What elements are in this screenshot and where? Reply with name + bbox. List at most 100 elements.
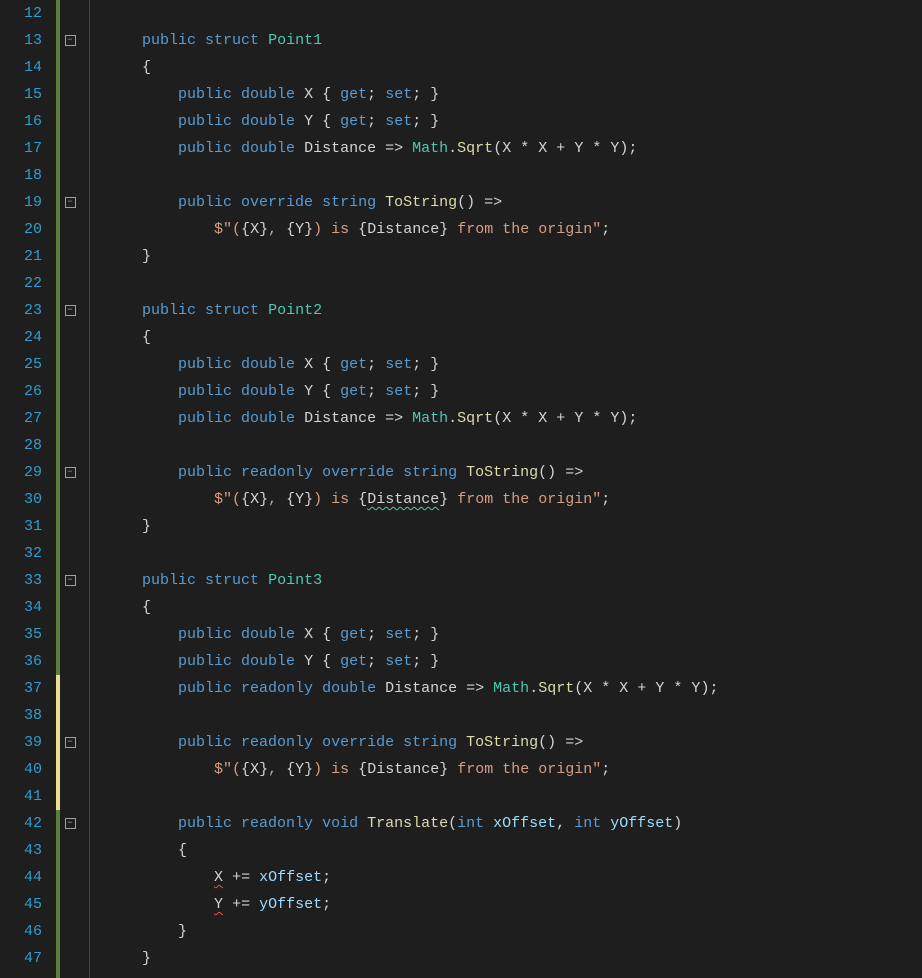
marker-row — [60, 81, 80, 108]
marker-row: − — [60, 810, 80, 837]
fold-toggle-icon[interactable]: − — [65, 467, 76, 478]
method-decl[interactable]: public override string ToString() => — [106, 189, 922, 216]
interp-string[interactable]: $"({X}, {Y}) is {Distance} from the orig… — [106, 486, 922, 513]
token-p_semi: ; — [367, 356, 376, 373]
interp-string[interactable]: $"({X}, {Y}) is {Distance} from the orig… — [106, 756, 922, 783]
code-line[interactable] — [106, 162, 922, 189]
property-decl[interactable]: public double Y { get; set; } — [106, 648, 922, 675]
token-text — [331, 86, 340, 103]
code-line[interactable] — [106, 702, 922, 729]
token-p_plus: + — [637, 680, 646, 697]
token-text — [232, 86, 241, 103]
code-line[interactable]: { — [106, 594, 922, 621]
token-p_obrace: { — [286, 761, 295, 778]
token-text — [628, 680, 637, 697]
code-area[interactable]: public struct Point1 { public double X {… — [102, 0, 922, 978]
token-kw_double: double — [241, 410, 295, 427]
method-decl[interactable]: public readonly override string ToString… — [106, 729, 922, 756]
token-p_semi: ; — [628, 140, 637, 157]
token-kw_readonly: readonly — [241, 680, 313, 697]
expr-property[interactable]: public readonly double Distance => Math.… — [106, 675, 922, 702]
property-decl[interactable]: public double Y { get; set; } — [106, 108, 922, 135]
fold-toggle-icon[interactable]: − — [65, 575, 76, 586]
token-text — [259, 32, 268, 49]
interp-string[interactable]: $"({X}, {Y}) is {Distance} from the orig… — [106, 216, 922, 243]
property-decl[interactable]: public double X { get; set; } — [106, 351, 922, 378]
expr-property[interactable]: public double Distance => Math.Sqrt(X * … — [106, 135, 922, 162]
code-line[interactable] — [106, 783, 922, 810]
token-p_semi: ; — [367, 113, 376, 130]
code-line[interactable]: } — [106, 918, 922, 945]
token-meth_Sqrt: Sqrt — [457, 140, 493, 157]
token-kw_override: override — [322, 734, 394, 751]
fold-toggle-icon[interactable]: − — [65, 737, 76, 748]
token-text — [106, 302, 142, 319]
token-text — [106, 356, 178, 373]
token-str_interp_mid1: , — [268, 491, 286, 508]
token-text — [196, 32, 205, 49]
code-line[interactable]: } — [106, 945, 922, 972]
token-p_cbrace: } — [259, 761, 268, 778]
token-p_cbrace: } — [259, 491, 268, 508]
token-p_oparen: ( — [538, 464, 547, 481]
fold-toggle-icon[interactable]: − — [65, 305, 76, 316]
marker-row — [60, 540, 80, 567]
blank-line[interactable] — [106, 0, 922, 27]
fold-toggle-icon[interactable]: − — [65, 197, 76, 208]
token-text — [421, 86, 430, 103]
property-decl[interactable]: public double X { get; set; } — [106, 81, 922, 108]
token-p_semi: ; — [709, 680, 718, 697]
token-text — [106, 221, 214, 238]
code-line[interactable]: } — [106, 243, 922, 270]
token-p_obrace: { — [178, 842, 187, 859]
token-id_Y: Y — [295, 761, 304, 778]
token-p_semi: ; — [601, 221, 610, 238]
token-text — [376, 86, 385, 103]
code-line[interactable] — [106, 270, 922, 297]
code-line[interactable]: { — [106, 54, 922, 81]
fold-toggle-icon[interactable]: − — [65, 818, 76, 829]
marker-row — [60, 756, 80, 783]
token-kw_public: public — [178, 140, 232, 157]
token-text — [106, 194, 178, 211]
expr-property[interactable]: public double Distance => Math.Sqrt(X * … — [106, 405, 922, 432]
token-kw_override: override — [322, 464, 394, 481]
marker-row — [60, 945, 80, 972]
struct-decl[interactable]: public struct Point1 — [106, 27, 922, 54]
code-editor[interactable]: 1213141516171819202122232425262728293031… — [0, 0, 922, 978]
token-text — [646, 680, 655, 697]
marker-row — [60, 0, 80, 27]
token-p_plus: + — [556, 410, 565, 427]
code-line[interactable]: { — [106, 324, 922, 351]
marker-row — [60, 513, 80, 540]
property-decl[interactable]: public double Y { get; set; } — [106, 378, 922, 405]
token-p_obrace: { — [322, 653, 331, 670]
code-line[interactable] — [106, 432, 922, 459]
marker-row — [60, 648, 80, 675]
code-line[interactable]: } — [106, 513, 922, 540]
token-id_X: X — [538, 410, 547, 427]
token-id_Y: Y — [574, 140, 583, 157]
struct-decl[interactable]: public struct Point2 — [106, 297, 922, 324]
token-kw_public: public — [142, 572, 196, 589]
token-text — [547, 410, 556, 427]
token-text — [421, 113, 430, 130]
method-decl[interactable]: public readonly override string ToString… — [106, 459, 922, 486]
struct-decl[interactable]: public struct Point3 — [106, 567, 922, 594]
token-id_Y: Y — [304, 113, 313, 130]
method-decl[interactable]: public readonly void Translate(int xOffs… — [106, 810, 922, 837]
token-id_xOffset: xOffset — [493, 815, 556, 832]
token-p_cbrace: } — [304, 491, 313, 508]
token-text — [403, 140, 412, 157]
token-id_Distance: Distance — [367, 761, 439, 778]
code-line[interactable]: { — [106, 837, 922, 864]
code-line[interactable] — [106, 540, 922, 567]
token-kw_get: get — [340, 383, 367, 400]
assign-stmt[interactable]: X += xOffset; — [106, 864, 922, 891]
assign-stmt[interactable]: Y += yOffset; — [106, 891, 922, 918]
marker-row — [60, 216, 80, 243]
property-decl[interactable]: public double X { get; set; } — [106, 621, 922, 648]
token-kw_struct: struct — [205, 572, 259, 589]
editor-gutter: 1213141516171819202122232425262728293031… — [0, 0, 80, 978]
fold-toggle-icon[interactable]: − — [65, 35, 76, 46]
